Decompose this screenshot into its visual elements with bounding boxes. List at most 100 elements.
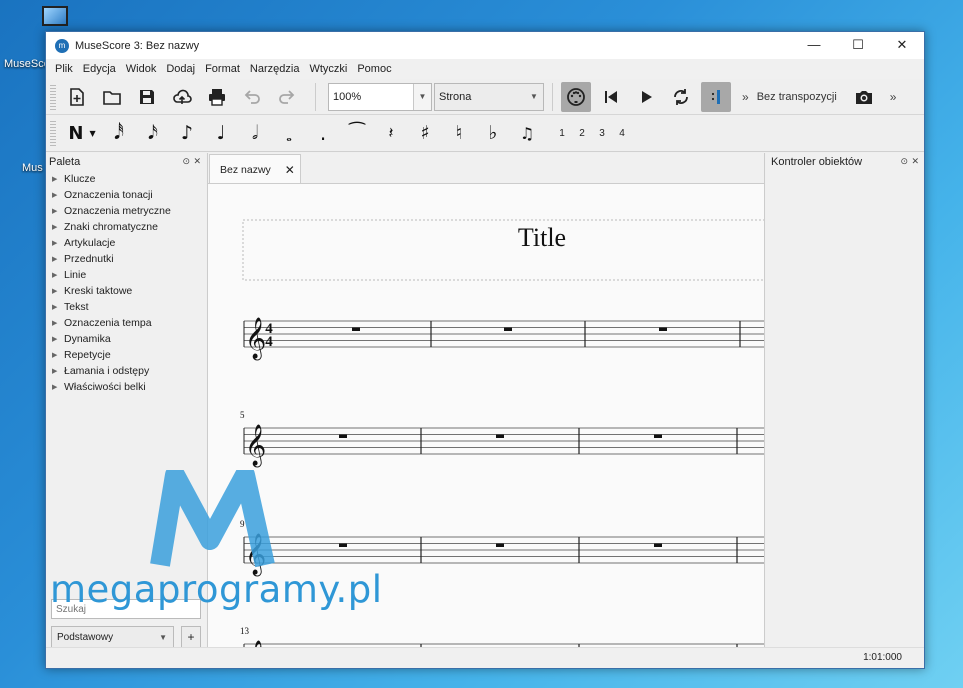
chevron-right-icon: ▶ [52, 224, 58, 231]
tie-button[interactable]: ⁀ [340, 118, 374, 148]
quarter-note-button[interactable]: ♩ [204, 118, 238, 148]
close-icon[interactable]: ✕ [285, 163, 295, 177]
toolbar-grip[interactable] [50, 120, 56, 146]
toolbar-overflow-button[interactable]: » [742, 90, 749, 104]
minimize-button[interactable]: — [792, 32, 836, 59]
menu-tools[interactable]: Narzędzia [245, 63, 305, 75]
workspace-value: Podstawowy [57, 631, 114, 643]
toolbar-grip[interactable] [50, 83, 56, 110]
palette-item[interactable]: ▶ Łamania i odstępy [46, 363, 206, 379]
undock-icon[interactable]: ⊙ [900, 156, 908, 167]
print-button[interactable] [202, 82, 232, 112]
close-icon[interactable]: ✕ [193, 156, 201, 167]
palette-item[interactable]: ▶ Kreski taktowe [46, 283, 206, 299]
toolbar-overflow-button[interactable]: » [890, 90, 897, 104]
palette-item-label: Artykulacje [64, 237, 116, 249]
chevron-right-icon: ▶ [52, 336, 58, 343]
64th-note-button[interactable]: 𝅘𝅥𝅰 [102, 118, 136, 148]
title-frame[interactable] [242, 219, 764, 281]
palette-item-label: Tekst [64, 301, 89, 313]
menu-file[interactable]: Plik [50, 63, 78, 75]
close-button[interactable]: ✕ [880, 32, 924, 59]
measure-number: 5 [240, 410, 245, 420]
palette-item[interactable]: ▶ Znaki chromatyczne [46, 219, 206, 235]
menu-view[interactable]: Widok [121, 63, 162, 75]
inspector-panel: Kontroler obiektów ⊙ ✕ [766, 153, 924, 649]
flip-direction-button[interactable]: ♫ [510, 118, 544, 148]
title-bar[interactable]: m MuseScore 3: Bez nazwy — ☐ ✕ [46, 32, 924, 59]
palette-item[interactable]: ▶ Oznaczenia tonacji [46, 187, 206, 203]
zoom-value: 100% [333, 90, 362, 103]
cloud-upload-button[interactable] [167, 82, 197, 112]
note-input-mode-button[interactable]: N ▼ [62, 118, 102, 148]
augmentation-dot-button[interactable]: . [306, 118, 340, 148]
window-title: MuseScore 3: Bez nazwy [75, 39, 200, 52]
menu-format[interactable]: Format [200, 63, 245, 75]
zoom-combo[interactable]: 100% ▼ [328, 82, 432, 111]
undock-icon[interactable]: ⊙ [182, 156, 190, 167]
eighth-note-button[interactable]: ♪ [170, 118, 204, 148]
redo-button[interactable] [272, 82, 302, 112]
palette-item[interactable]: ▶ Klucze [46, 171, 206, 187]
view-mode-combo[interactable]: Strona ▼ [434, 82, 544, 111]
maximize-button[interactable]: ☐ [836, 32, 880, 59]
palette-item[interactable]: ▶ Oznaczenia tempa [46, 315, 206, 331]
menu-plugins[interactable]: Wtyczki [304, 63, 352, 75]
voice-3-button[interactable]: 3 [592, 128, 612, 139]
sharp-button[interactable]: ♯ [408, 118, 442, 148]
whole-rest [659, 327, 667, 331]
palette-item[interactable]: ▶ Linie [46, 267, 206, 283]
workspace-combo[interactable]: Podstawowy ▼ [51, 626, 174, 648]
treble-clef-icon: 𝄞 [245, 317, 266, 360]
camera-icon [855, 90, 872, 104]
view-mode-value: Strona [439, 90, 472, 103]
whole-note-button[interactable]: 𝅝 [272, 118, 306, 148]
palette-item[interactable]: ▶ Właściwości belki [46, 379, 206, 395]
flat-button[interactable]: ♭ [476, 118, 510, 148]
loop-button[interactable] [666, 82, 696, 112]
save-button[interactable] [132, 82, 162, 112]
playback-position-button[interactable] [701, 81, 731, 112]
chevron-down-icon[interactable]: ▼ [525, 84, 543, 110]
palette-item[interactable]: ▶ Repetycje [46, 347, 206, 363]
voice-1-button[interactable]: 1 [552, 128, 572, 139]
natural-button[interactable]: ♮ [442, 118, 476, 148]
32nd-note-button[interactable]: 𝅘𝅥𝅯 [136, 118, 170, 148]
open-button[interactable] [97, 82, 127, 112]
inspector-header: Kontroler obiektów ⊙ ✕ [766, 153, 924, 171]
voice-4-button[interactable]: 4 [612, 128, 632, 139]
new-score-button[interactable] [62, 82, 92, 112]
add-workspace-button[interactable]: + [181, 626, 201, 648]
menu-edit[interactable]: Edycja [78, 63, 121, 75]
half-note-button[interactable]: 𝅗𝅥 [238, 118, 272, 148]
palette-panel: Paleta ⊙ ✕ ▶ Klucze ▶ Oznaczenia tonacji ▶ Oz… [46, 153, 206, 649]
score-title[interactable]: Title [518, 223, 566, 252]
palette-search-input[interactable] [51, 599, 201, 619]
loop-icon [674, 88, 688, 105]
rewind-button[interactable] [596, 82, 626, 112]
playback-time: 1:01:000 [863, 652, 902, 663]
menu-add[interactable]: Dodaj [161, 63, 200, 75]
play-button[interactable] [631, 82, 661, 112]
score-canvas[interactable]: Title 𝄞44𝄞5𝄞9𝄞13 [208, 183, 764, 649]
palette-item[interactable]: ▶ Tekst [46, 299, 206, 315]
rest-button[interactable]: 𝄽 [374, 118, 408, 148]
palette-item[interactable]: ▶ Dynamika [46, 331, 206, 347]
close-icon[interactable]: ✕ [911, 156, 919, 167]
score-tab[interactable]: Bez nazwy ✕ [209, 154, 301, 184]
undo-icon [244, 89, 260, 104]
palette-item[interactable]: ▶ Artykulacje [46, 235, 206, 251]
score-tab-label: Bez nazwy [220, 163, 271, 176]
menu-help[interactable]: Pomoc [352, 63, 396, 75]
undo-button[interactable] [237, 82, 267, 112]
palette-item[interactable]: ▶ Oznaczenia metryczne [46, 203, 206, 219]
palette-title: Paleta [49, 156, 81, 168]
chevron-down-icon[interactable]: ▼ [413, 83, 431, 110]
image-capture-button[interactable] [849, 82, 879, 112]
midi-input-button[interactable] [561, 81, 591, 112]
palette-item-label: Właściwości belki [64, 381, 146, 393]
transposition-toggle[interactable]: Bez transpozycji [757, 91, 837, 103]
desktop-icon-musescore[interactable]: MuseSco [4, 6, 68, 70]
palette-item[interactable]: ▶ Przednutki [46, 251, 206, 267]
voice-2-button[interactable]: 2 [572, 128, 592, 139]
